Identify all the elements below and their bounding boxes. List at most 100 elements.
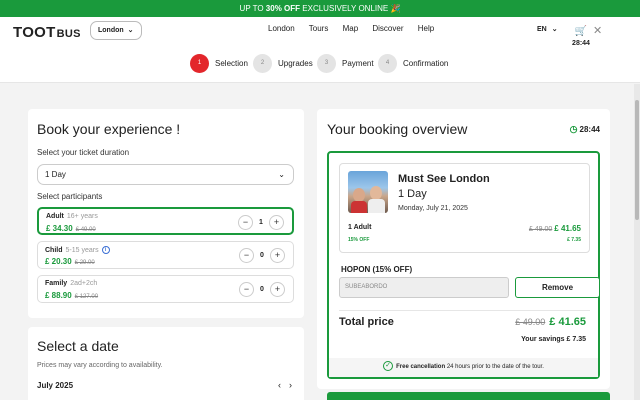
step-number: 2	[253, 53, 272, 73]
participant-age: 2ad+2ch	[70, 280, 98, 287]
participant-price: £ 88.90 £ 127.00	[45, 291, 98, 300]
quantity-stepper: − 0 +	[239, 247, 285, 263]
step-payment: 3 Payment	[317, 53, 374, 73]
price-old: £ 49.00	[528, 226, 553, 233]
chevron-left-icon[interactable]: ‹	[278, 380, 281, 390]
participant-price: £ 34.30 £ 49.00	[46, 224, 96, 233]
chevron-down-icon: ⌄	[278, 170, 285, 179]
overview-timer: ◷ 28:44	[570, 124, 600, 135]
decrement-button[interactable]: −	[239, 247, 254, 263]
savings-text: Your savings £ 7.35	[521, 336, 586, 343]
close-icon[interactable]: ✕	[593, 24, 602, 37]
participant-child: Child 5-15 years i £ 20.30 £ 29.00 − 0 +	[37, 241, 294, 269]
participant-name: Adult 16+ years	[46, 213, 98, 220]
city-selector[interactable]: London ⌄	[90, 21, 142, 40]
step-number: 4	[378, 53, 397, 73]
nav-map[interactable]: Map	[343, 24, 359, 33]
price-current: £ 41.65	[549, 316, 586, 328]
participant-name: Family 2ad+2ch	[45, 280, 97, 287]
participant-age: 16+ years	[66, 213, 98, 220]
header: TOOTBUS London ⌄ London Tours Map Discove…	[0, 17, 640, 83]
calendar-month: July 2025	[37, 381, 74, 390]
tour-name: Must See London	[398, 173, 490, 185]
scrollbar[interactable]	[634, 84, 640, 400]
quantity-value: 0	[260, 251, 264, 259]
chevron-right-icon[interactable]: ›	[289, 380, 292, 390]
date-title: Select a date	[37, 338, 119, 354]
total-price: £ 49.00 £ 41.65	[515, 316, 586, 328]
overview-title: Your booking overview	[327, 121, 468, 137]
date-panel: Select a date Prices may vary according …	[28, 327, 304, 400]
price-old: £ 49.00	[515, 317, 546, 327]
duration-select[interactable]: 1 Day ⌄	[37, 164, 294, 185]
timer-icon: ◷	[569, 124, 578, 134]
increment-button[interactable]: +	[270, 247, 285, 263]
remove-promo-button[interactable]: Remove	[515, 277, 600, 298]
step-number: 3	[317, 53, 336, 73]
nav-london[interactable]: London	[268, 24, 295, 33]
participant-adult: Adult 16+ years £ 34.30 £ 49.00 − 1 +	[37, 207, 294, 235]
cart-icon: 🛒	[574, 26, 588, 37]
checkout-steps: 1 Selection 2 Upgrades 3 Payment 4 Confi…	[0, 53, 640, 73]
promo-banner: UP TO 30% OFF EXCLUSIVELY ONLINE 🎉	[0, 0, 640, 17]
increment-button[interactable]: +	[270, 281, 285, 297]
scrollbar-thumb[interactable]	[635, 100, 639, 220]
logo[interactable]: TOOTBUS	[13, 24, 81, 41]
price-old: £ 127.00	[74, 294, 99, 300]
promo-code-label: HOPON (15% OFF)	[341, 265, 413, 274]
quantity-value: 1	[259, 218, 263, 226]
date-note: Prices may vary according to availabilit…	[37, 362, 163, 369]
participants-label: Select participants	[37, 192, 103, 201]
city-label: London	[98, 27, 124, 34]
line-item: 1 Adult	[348, 224, 372, 231]
price-current: £ 34.30	[46, 224, 73, 233]
booking-panel: Book your experience ! Select your ticke…	[28, 109, 304, 318]
nav-discover[interactable]: Discover	[372, 24, 403, 33]
cancellation-note: ✓ Free cancellation 24 hours prior to the…	[329, 358, 598, 377]
language-selector[interactable]: EN ⌄	[537, 25, 558, 33]
line-discount: 15% OFF	[348, 237, 370, 243]
quantity-value: 0	[260, 285, 264, 293]
calendar-nav: ‹ ›	[270, 380, 292, 390]
tour-duration: 1 Day	[398, 188, 427, 200]
participant-type: Child	[45, 246, 63, 254]
decrement-button[interactable]: −	[239, 281, 254, 297]
price-current: £ 41.65	[554, 224, 581, 233]
price-current: £ 20.30	[45, 257, 72, 266]
continue-button[interactable]	[327, 392, 610, 400]
info-icon[interactable]: i	[101, 246, 110, 254]
participant-name: Child 5-15 years i	[45, 246, 110, 254]
step-confirmation: 4 Confirmation	[378, 53, 448, 73]
step-number: 1	[190, 53, 209, 73]
language-label: EN	[537, 26, 547, 33]
price-old: £ 29.00	[74, 260, 95, 266]
step-label: Selection	[215, 58, 248, 68]
cart-timer: 28:44	[572, 40, 590, 47]
tour-card: Must See London 1 Day Monday, July 21, 2…	[339, 163, 590, 253]
cancel-text: 24 hours prior to the date of the tour.	[446, 364, 544, 370]
promo-suffix: EXCLUSIVELY ONLINE	[302, 4, 389, 13]
divider	[339, 310, 590, 311]
quantity-stepper: − 0 +	[239, 281, 285, 297]
line-price: £ 49.00 £ 41.65	[529, 224, 581, 233]
cart-button[interactable]: 🛒 28:44	[570, 21, 592, 48]
price-current: £ 88.90	[45, 291, 72, 300]
nav-help[interactable]: Help	[418, 24, 434, 33]
booking-title: Book your experience !	[37, 121, 181, 137]
price-old: £ 49.00	[75, 227, 96, 233]
nav-tours[interactable]: Tours	[309, 24, 329, 33]
step-upgrades: 2 Upgrades	[253, 53, 313, 73]
increment-button[interactable]: +	[269, 214, 284, 230]
promo-prefix: UP TO	[239, 4, 264, 13]
participant-family: Family 2ad+2ch £ 88.90 £ 127.00 − 0 +	[37, 275, 294, 303]
chevron-down-icon: ⌄	[551, 26, 558, 33]
promo-highlight: 30% OFF	[265, 4, 301, 13]
line-savings: £ 7.35	[567, 237, 581, 243]
booking-summary: Must See London 1 Day Monday, July 21, 2…	[327, 151, 600, 379]
participant-type: Adult	[46, 213, 64, 220]
decrement-button[interactable]: −	[238, 214, 253, 230]
promo-code-field[interactable]: SUBEABORDO	[339, 277, 509, 298]
duration-label: Select your ticket duration	[37, 148, 130, 157]
step-label: Upgrades	[278, 58, 313, 68]
logo-suffix: BUS	[56, 28, 81, 40]
